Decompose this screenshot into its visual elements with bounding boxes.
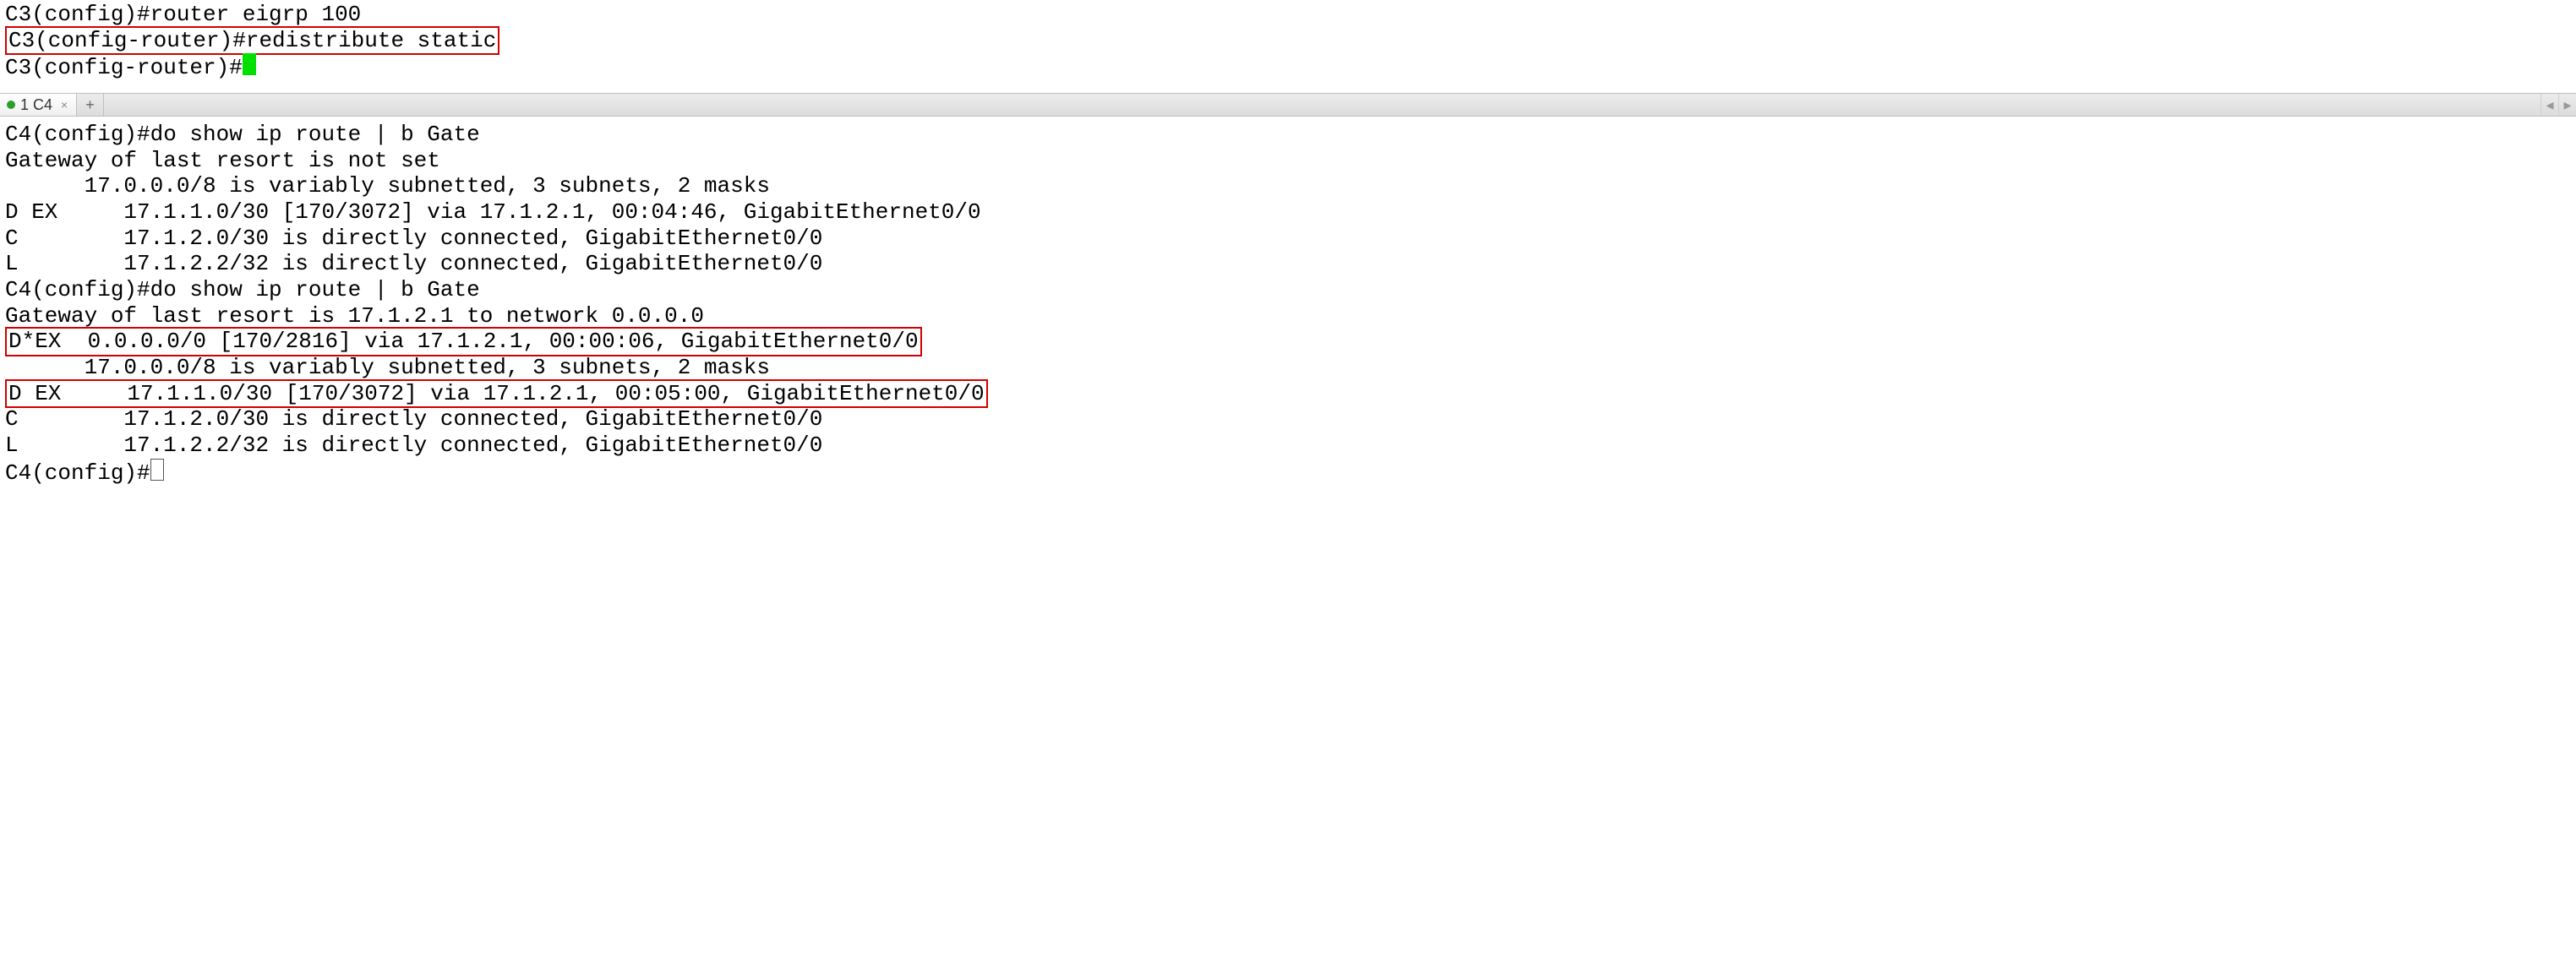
add-tab-button[interactable]: + [77, 94, 104, 116]
terminal-line: D EX 17.1.1.0/30 [170/3072] via 17.1.2.1… [5, 381, 2571, 407]
close-icon[interactable]: × [61, 94, 68, 116]
tab-scroll-right[interactable]: ▸ [2558, 94, 2576, 116]
terminal-c3[interactable]: C3(config)#router eigrp 100C3(config-rou… [0, 0, 2576, 86]
terminal-line: C 17.1.2.0/30 is directly connected, Gig… [5, 226, 2571, 252]
tab-c4[interactable]: 1 C4 × [0, 94, 77, 116]
terminal-line: D*EX 0.0.0.0/0 [170/2816] via 17.1.2.1, … [5, 329, 2571, 355]
terminal-line: D EX 17.1.1.0/30 [170/3072] via 17.1.2.1… [5, 199, 2571, 226]
terminal-line: C3(config)#router eigrp 100 [5, 2, 2571, 28]
terminal-line: 17.0.0.0/8 is variably subnetted, 3 subn… [5, 355, 2571, 381]
cursor-icon [150, 459, 164, 481]
terminal-line: 17.0.0.0/8 is variably subnetted, 3 subn… [5, 173, 2571, 199]
terminal-line: C4(config)# [5, 459, 2571, 487]
plus-icon: + [85, 94, 95, 116]
status-dot-icon [7, 101, 15, 109]
terminal-line: C 17.1.2.0/30 is directly connected, Gig… [5, 406, 2571, 433]
chevron-right-icon: ▸ [2563, 94, 2571, 116]
terminal-line: C4(config)#do show ip route | b Gate [5, 277, 2571, 303]
terminal-c4[interactable]: C4(config)#do show ip route | b GateGate… [0, 120, 2576, 491]
tab-bar: 1 C4 × + ◂ ▸ [0, 93, 2576, 117]
tab-scroll-left[interactable]: ◂ [2541, 94, 2558, 116]
tab-label: 1 C4 [20, 94, 52, 116]
terminal-line: Gateway of last resort is not set [5, 148, 2571, 174]
terminal-line: L 17.1.2.2/32 is directly connected, Gig… [5, 251, 2571, 277]
terminal-line: L 17.1.2.2/32 is directly connected, Gig… [5, 433, 2571, 459]
terminal-line: Gateway of last resort is 17.1.2.1 to ne… [5, 303, 2571, 329]
chevron-left-icon: ◂ [2546, 94, 2553, 116]
terminal-line: C4(config)#do show ip route | b Gate [5, 122, 2571, 148]
cursor-icon [243, 53, 256, 75]
highlighted-line: D EX 17.1.1.0/30 [170/3072] via 17.1.2.1… [5, 379, 988, 409]
terminal-line: C3(config-router)#redistribute static [5, 28, 2571, 54]
highlighted-line: C3(config-router)#redistribute static [5, 26, 499, 56]
highlighted-line: D*EX 0.0.0.0/0 [170/2816] via 17.1.2.1, … [5, 327, 922, 356]
terminal-line: C3(config-router)# [5, 53, 2571, 81]
tab-spacer [104, 94, 2541, 116]
